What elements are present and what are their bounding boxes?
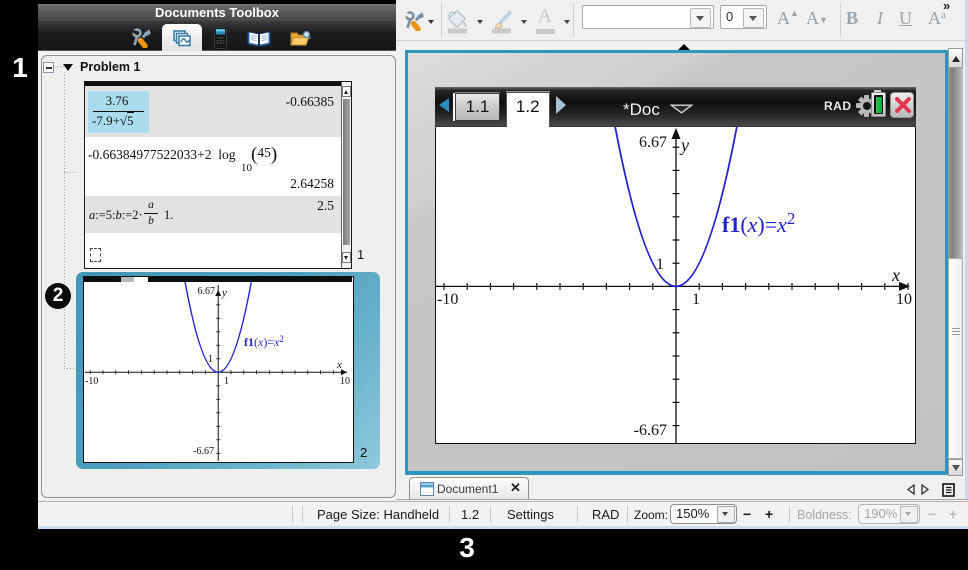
svg-text:-6.67: -6.67 xyxy=(193,446,214,457)
svg-text:y: y xyxy=(679,135,689,155)
svg-text:6.67: 6.67 xyxy=(198,286,216,297)
svg-text:1: 1 xyxy=(224,376,229,387)
svg-text:10: 10 xyxy=(340,376,350,387)
svg-text:f1(x)=x2: f1(x)=x2 xyxy=(722,209,795,237)
svg-text:x: x xyxy=(336,359,342,371)
svg-text:1: 1 xyxy=(692,291,700,308)
svg-text:f1(x)=x2: f1(x)=x2 xyxy=(244,334,284,349)
svg-text:1: 1 xyxy=(656,256,664,273)
svg-text:1: 1 xyxy=(208,354,213,365)
svg-text:-10: -10 xyxy=(437,291,458,308)
svg-text:y: y xyxy=(221,287,227,299)
svg-text:x: x xyxy=(891,265,900,285)
svg-text:6.67: 6.67 xyxy=(639,134,667,151)
svg-text:-6.67: -6.67 xyxy=(634,422,667,439)
svg-text:10: 10 xyxy=(896,291,912,308)
svg-text:-10: -10 xyxy=(85,376,98,387)
